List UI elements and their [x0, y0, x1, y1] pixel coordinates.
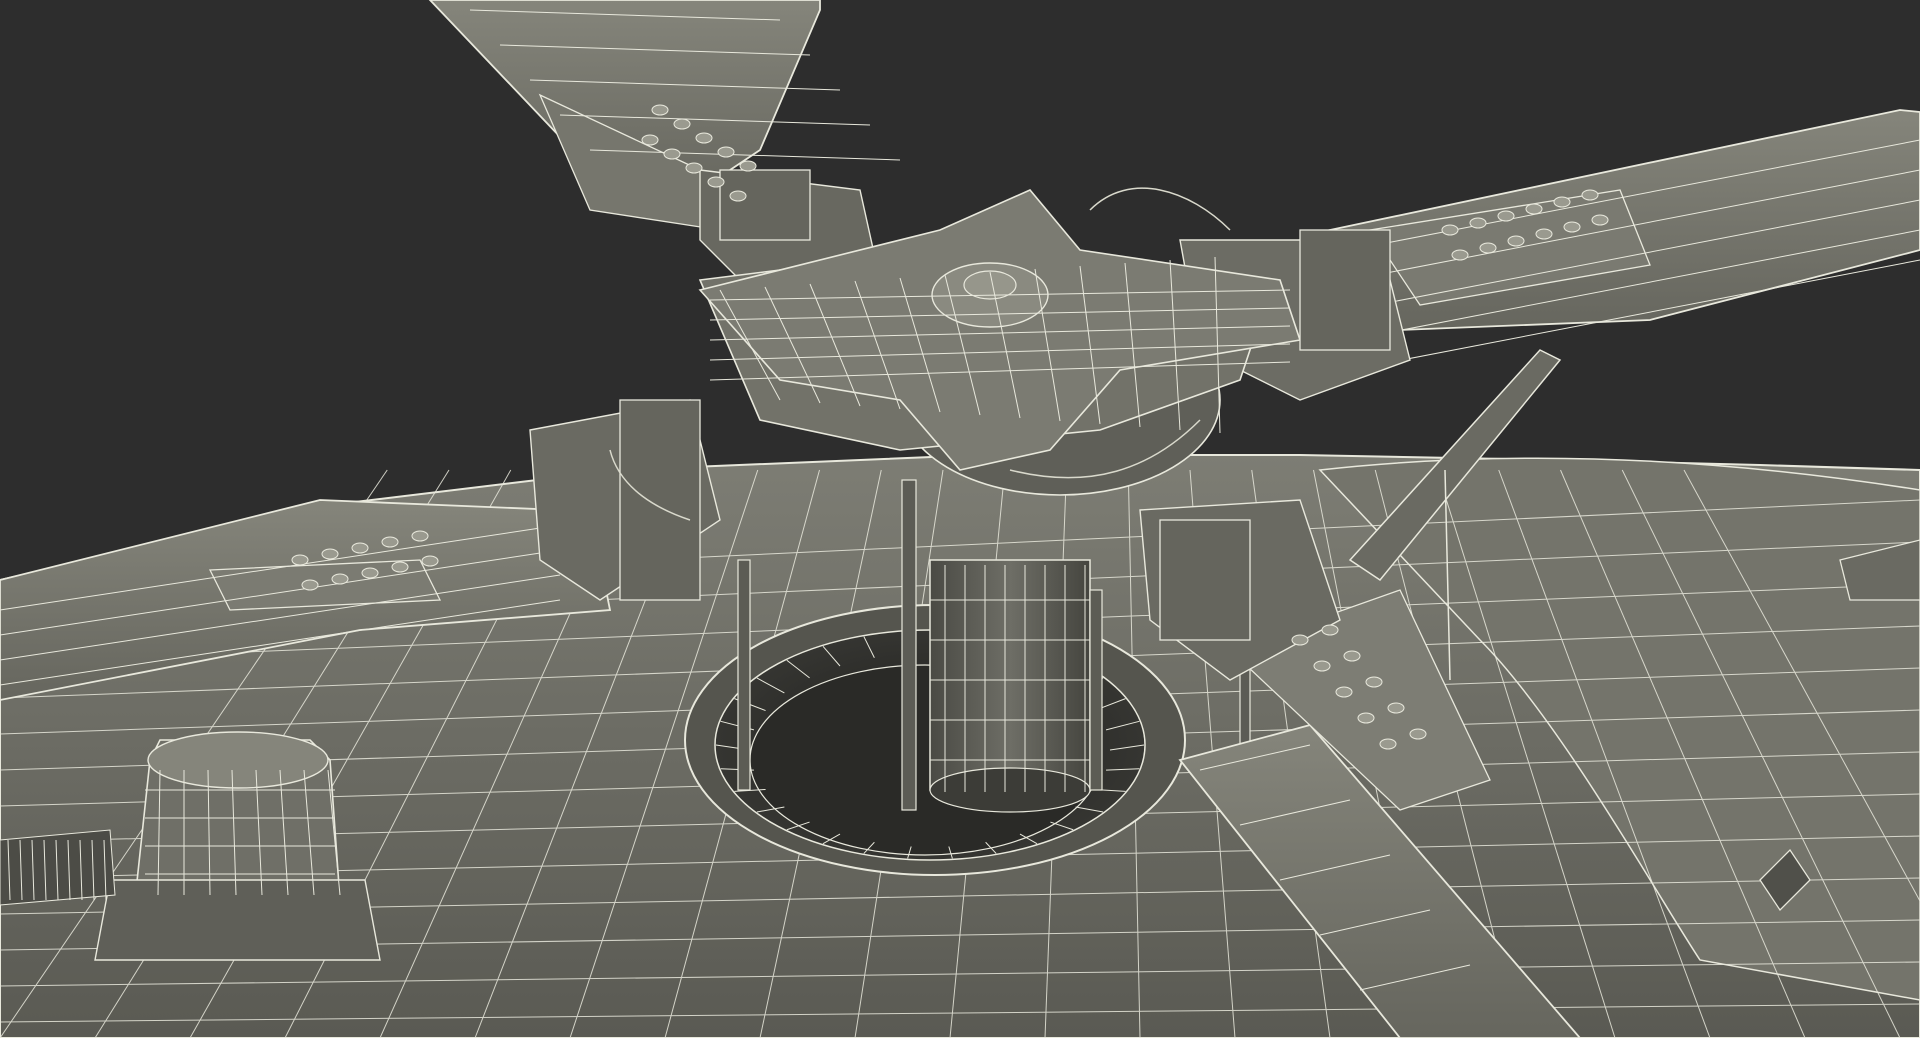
vent-grille — [0, 829, 116, 906]
wireframe-render — [0, 0, 1920, 1038]
render-viewport — [0, 0, 1920, 1038]
rotor-shaft — [929, 559, 1091, 813]
